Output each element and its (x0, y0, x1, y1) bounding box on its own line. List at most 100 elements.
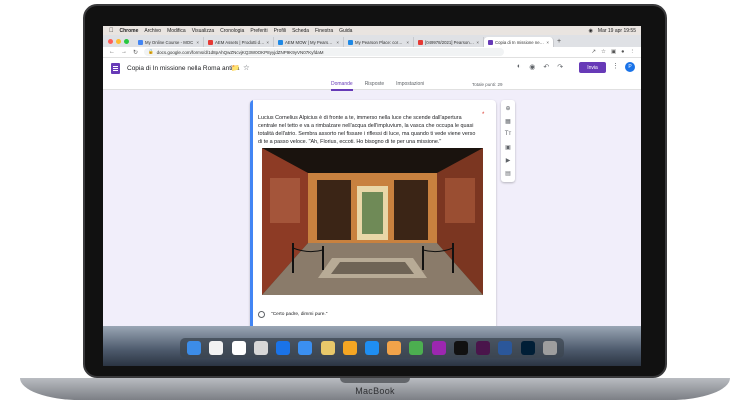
app-store-icon[interactable] (364, 341, 379, 355)
forms-logo-icon[interactable] (111, 63, 120, 74)
browser-tab[interactable]: AEM MOW | My Pearson Place × (274, 37, 344, 47)
import-questions-icon[interactable]: ▦ (505, 118, 511, 125)
undo-icon[interactable]: ↶ (543, 63, 549, 71)
tab-title: My Online Course - MOC (145, 39, 194, 45)
tab-title: [049978/2021] Pearson I.I: 2021 (425, 39, 474, 45)
add-title-icon[interactable]: Tт (505, 131, 511, 137)
minimize-window-button[interactable] (116, 38, 121, 44)
folder-icon[interactable]: 📁 (231, 64, 240, 72)
more-options-icon[interactable]: ⋮ (612, 62, 619, 70)
menu-preferiti[interactable]: Preferiti (250, 28, 267, 34)
tab-title: Copia di In missione nella Rom (495, 39, 544, 45)
menubar-clock[interactable]: Mar 19 apr 19:55 (598, 28, 636, 34)
back-icon[interactable]: ← (109, 49, 115, 55)
redo-icon[interactable]: ↷ (557, 63, 563, 71)
question-image[interactable] (262, 148, 483, 295)
extensions-area: ↗ ☆ ▣ ● ⋮ (591, 49, 635, 55)
palette-icon[interactable]: ◐ (517, 63, 521, 71)
trash-icon[interactable] (542, 341, 557, 355)
option-label: "Certo padre, dimmi pure." (271, 312, 328, 317)
browser-tab[interactable]: AEM Assets | Prodotti digitali × (204, 37, 274, 47)
share-icon[interactable]: ↗ (591, 49, 596, 55)
window-controls (108, 38, 129, 44)
mail-icon[interactable] (298, 341, 313, 355)
menu-app-name[interactable]: Chrome (120, 28, 139, 34)
lid-notch (340, 378, 410, 383)
word-icon[interactable] (498, 341, 513, 355)
avatar[interactable]: P (625, 62, 635, 72)
add-section-icon[interactable]: ▤ (505, 170, 511, 177)
photoshop-icon[interactable] (520, 341, 535, 355)
reload-icon[interactable]: ↻ (133, 49, 138, 56)
chrome-menu-icon[interactable]: ⋮ (630, 49, 636, 55)
send-button[interactable]: Invia (579, 62, 606, 73)
forward-icon[interactable]: → (121, 49, 127, 55)
browser-tab[interactable]: My Pearson Place: corsi e com × (344, 37, 414, 47)
tab-favicon-icon (418, 39, 423, 45)
header-actions: ◐ ◉ ↶ ↷ (517, 63, 563, 71)
floating-toolbar: ⊕ ▦ Tт ▣ ▶ ▤ (501, 100, 515, 182)
tab-close-icon[interactable]: × (406, 40, 409, 45)
menu-profili[interactable]: Profili (274, 28, 287, 34)
browser-tab[interactable]: [049978/2021] Pearson I.I: 2021 × (414, 37, 484, 47)
answer-option[interactable]: "Certo padre, dimmi pure." (258, 311, 327, 318)
dock (180, 338, 564, 358)
menu-modifica[interactable]: Modifica (167, 28, 186, 34)
new-tab-icon[interactable]: + (557, 38, 561, 45)
add-image-icon[interactable]: ▣ (505, 144, 511, 151)
star-icon[interactable]: ☆ (243, 63, 250, 72)
preview-eye-icon[interactable]: ◉ (529, 63, 535, 71)
zoom-window-button[interactable] (124, 38, 129, 44)
tab-close-icon[interactable]: × (266, 40, 269, 45)
close-window-button[interactable] (108, 38, 113, 44)
apple-icon[interactable]:  (109, 28, 114, 34)
add-video-icon[interactable]: ▶ (506, 157, 511, 164)
menu-scheda[interactable]: Scheda (292, 28, 309, 34)
tab-title: AEM Assets | Prodotti digitali (215, 39, 265, 45)
safari-icon[interactable] (276, 341, 291, 355)
chrome-icon[interactable] (209, 341, 224, 355)
browser-tab-active[interactable]: Copia di In missione nella Rom × (484, 37, 554, 47)
radio-button[interactable] (258, 311, 265, 318)
tab-favicon-icon (348, 39, 353, 45)
total-points: Totale punti: 29 (472, 82, 503, 87)
browser-tab[interactable]: My Online Course - MOC × (134, 37, 204, 47)
form-tabs: Domande Risposte Impostazioni (331, 81, 424, 91)
tab-impostazioni[interactable]: Impostazioni (396, 81, 424, 91)
mac-menu-bar:  Chrome Archivo Modifica Visualizza Cro… (103, 26, 641, 35)
forms-header: Copia di In missione nella Roma antica 📁… (103, 58, 641, 91)
tab-title: My Pearson Place: corsi e com (355, 39, 404, 45)
menu-cronologia[interactable]: Cronologia (220, 28, 244, 34)
tab-title: AEM MOW | My Pearson Place (285, 39, 334, 45)
tab-favicon-icon (208, 39, 213, 45)
calendar-icon[interactable] (231, 341, 246, 355)
system-preferences-icon[interactable] (253, 341, 268, 355)
maps-icon[interactable] (409, 341, 424, 355)
podcasts-icon[interactable] (431, 341, 446, 355)
notes-icon[interactable] (320, 341, 335, 355)
profile-icon[interactable]: ● (621, 49, 624, 55)
form-title[interactable]: Copia di In missione nella Roma antica (127, 65, 239, 72)
tab-close-icon[interactable]: × (476, 40, 479, 45)
question-text[interactable]: Lucius Cornelius Alpicius è di fronte a … (258, 114, 480, 146)
menu-archivio[interactable]: Archivo (144, 28, 161, 34)
device-label: MacBook (355, 386, 395, 396)
facetime-icon[interactable] (387, 341, 402, 355)
tab-close-icon[interactable]: × (336, 40, 339, 45)
tab-risposte[interactable]: Risposte (365, 81, 384, 91)
menu-finestra[interactable]: Finestra (315, 28, 333, 34)
keynote-icon[interactable] (342, 341, 357, 355)
slack-icon[interactable] (476, 341, 491, 355)
bookmark-star-icon[interactable]: ☆ (601, 49, 606, 55)
tab-close-icon[interactable]: × (196, 40, 199, 45)
menu-guida[interactable]: Guida (339, 28, 352, 34)
add-question-icon[interactable]: ⊕ (505, 105, 510, 112)
apple-tv-icon[interactable] (453, 341, 468, 355)
url-field[interactable]: 🔒 docs.google.com/forms/d/1d8pAhQwZNcvjK… (144, 48, 505, 56)
extension-puzzle-icon[interactable]: ▣ (611, 49, 616, 55)
finder-icon[interactable] (187, 341, 202, 355)
tab-domande[interactable]: Domande (331, 81, 353, 91)
tab-close-icon[interactable]: × (546, 40, 549, 45)
menu-visualizza[interactable]: Visualizza (192, 28, 214, 34)
wifi-icon[interactable]: ◉ (589, 28, 593, 34)
